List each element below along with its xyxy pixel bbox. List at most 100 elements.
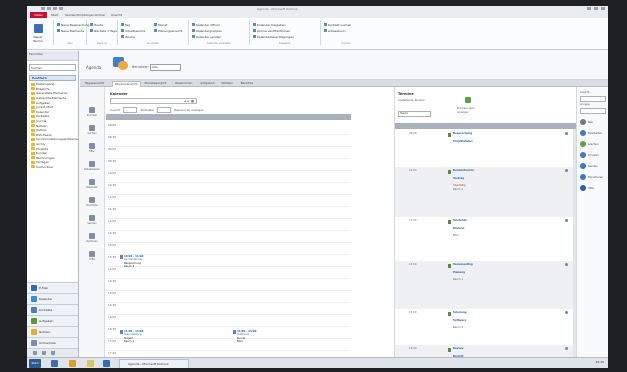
date-picker[interactable]: ◂ ▸ ▦ xyxy=(110,98,197,104)
nav-button-aufgaben[interactable]: Aufgaben xyxy=(27,315,78,326)
close-icon[interactable] xyxy=(601,7,605,10)
agenda-range-select[interactable]: Heute xyxy=(398,111,431,117)
redo-icon[interactable] xyxy=(53,7,57,10)
folder-icon xyxy=(31,91,35,95)
agenda-header: Termine xyxy=(398,92,414,96)
share-calendar-button[interactable]: Kalender freigeben xyxy=(253,23,286,27)
agenda-reminder-option[interactable]: Erinnerungen anzeigen xyxy=(457,107,475,114)
agenda-row[interactable]: 13:00 Teammeeting Planung Raum 1 xyxy=(395,261,576,310)
group-label: Gruppe xyxy=(580,103,590,106)
tool-button-1[interactable]: Suchen xyxy=(80,125,104,135)
publish-online-button[interactable]: Online veröffentlichen xyxy=(253,29,290,33)
save-icon[interactable] xyxy=(41,7,45,10)
minimize-icon[interactable] xyxy=(587,7,591,10)
prev-icon[interactable]: ◂ xyxy=(184,99,186,103)
nav-button-e-mail[interactable]: E-Mail xyxy=(27,282,78,293)
group-dropdown[interactable] xyxy=(580,108,606,114)
nav-button-kontakte[interactable]: Kontakte xyxy=(27,304,78,315)
work-week-button[interactable]: Arbeitswoche xyxy=(121,29,145,33)
tool-button-7[interactable]: Optionen xyxy=(80,233,104,243)
tool-button-4[interactable]: Kalender xyxy=(80,179,104,189)
configure-buttons-icon[interactable] xyxy=(51,351,55,355)
next-7-days-button[interactable]: Nächste 7 Tage xyxy=(90,29,117,33)
new-items-button[interactable]: Neue Elemente xyxy=(57,29,84,33)
folder-list-icon[interactable] xyxy=(33,351,37,355)
appointment-2[interactable]: 14:00 - 15:00 Teammeeting Projekt Raum 1 xyxy=(120,330,143,343)
tool-button-6[interactable]: Senden xyxy=(80,215,104,225)
find-contact-button[interactable]: Kontakt suchen xyxy=(324,23,351,27)
tab-view-5[interactable]: Notizen xyxy=(219,81,234,86)
explorer-icon[interactable] xyxy=(51,360,58,367)
meeting-icon xyxy=(57,23,60,26)
ribbon: Neuer Termin Neue Besprechung Neue Eleme… xyxy=(27,18,608,50)
action-hilfe[interactable]: Hilfe xyxy=(580,185,594,191)
schedule-view-button[interactable]: Planungsansicht xyxy=(154,29,183,33)
address-book-button[interactable]: Adressbuch xyxy=(324,29,345,33)
shortcuts-icon[interactable] xyxy=(42,351,46,355)
tab-view-4[interactable]: Aufgaben xyxy=(198,81,216,86)
calendar-groups-button[interactable]: Kalendergruppen xyxy=(192,29,222,33)
tab-view-6[interactable]: Berichte xyxy=(239,81,256,86)
tab-view-0[interactable]: Tagesansicht xyxy=(83,81,106,86)
tool-button-2[interactable]: Filter xyxy=(80,143,104,153)
new-appointment-button[interactable]: Neuer Termin xyxy=(31,24,45,44)
agenda-row[interactable]: 15:00 Schulung Software Raum 2 xyxy=(395,309,576,346)
browser-icon[interactable] xyxy=(69,360,76,367)
appointment-1[interactable]: 10:00 - 11:00 Kundentermin Besprechung R… xyxy=(120,255,143,268)
action-senden[interactable]: Senden xyxy=(580,163,598,169)
tool-button-5[interactable]: Kontakte xyxy=(80,197,104,207)
action-bearbeiten[interactable]: Bearbeiten xyxy=(580,130,602,136)
calendar-dropdown-icon[interactable]: ▦ xyxy=(191,99,194,103)
tab-send-receive[interactable]: Senden/Empfangen xyxy=(65,13,94,17)
day-view-button[interactable]: Tag xyxy=(121,23,130,27)
time-grid-select[interactable] xyxy=(157,107,172,113)
agenda-row[interactable]: 10:00 Kundentermin Vertrag Überfällig Raum 3 xyxy=(395,167,576,218)
send-calendar-button[interactable]: Kalender senden xyxy=(192,35,221,39)
action-l-schen[interactable]: Löschen xyxy=(580,141,599,147)
view-dropdown[interactable] xyxy=(580,96,606,102)
next-days-icon xyxy=(90,29,93,32)
month-view-button[interactable]: Monat xyxy=(154,23,167,27)
agenda-row[interactable]: 11:00 Telefonat Rückruf Büro xyxy=(395,217,576,262)
action-exportieren[interactable]: Exportieren xyxy=(580,174,603,180)
folder-icon xyxy=(31,119,35,123)
folder-search-input[interactable]: Suchen xyxy=(29,64,76,71)
undo-icon[interactable] xyxy=(47,7,51,10)
taskbar-task-outlook[interactable]: Agenda - Microsoft Outlook xyxy=(119,359,189,368)
folder-item[interactable]: Suchordner xyxy=(27,165,78,170)
view-select[interactable] xyxy=(123,107,138,113)
agenda-row[interactable]: 09:00 Besprechung Projektstatus xyxy=(395,130,576,168)
start-button[interactable]: Start xyxy=(29,359,41,368)
action-neu[interactable]: Neu xyxy=(580,119,593,125)
tab-view-2[interactable]: Monatsansicht xyxy=(143,81,169,86)
tab-view-3[interactable]: Ressourcen xyxy=(173,81,194,86)
status-icon xyxy=(565,347,568,350)
maximize-icon[interactable] xyxy=(594,7,598,10)
week-view-button[interactable]: Woche xyxy=(121,35,135,39)
calendar-permissions-button[interactable]: Kalenderberechtigungen xyxy=(253,35,294,39)
folder-icon[interactable] xyxy=(87,360,94,367)
outlook-icon[interactable] xyxy=(103,360,110,367)
user-select[interactable]: Alle xyxy=(150,64,181,71)
tool-button-3[interactable]: Aktualisieren xyxy=(80,161,104,171)
refresh-icon[interactable] xyxy=(465,97,471,103)
appointment-flag-icon xyxy=(448,170,451,174)
appointment-flag-icon xyxy=(448,348,451,352)
action-drucken[interactable]: Drucken xyxy=(580,152,599,158)
tool-button-8[interactable]: Hilfe xyxy=(80,251,104,261)
tab-folder[interactable]: Ordner xyxy=(95,13,105,17)
nav-button-notizen[interactable]: Notizen xyxy=(27,326,78,337)
tab-home[interactable]: Start xyxy=(51,13,58,17)
send-receive-icon[interactable] xyxy=(59,7,63,10)
nav-button-ordnerliste[interactable]: Ordnerliste xyxy=(27,337,78,348)
view-tabs: Tagesansicht Wochenansicht Monatsansicht Re… xyxy=(80,80,608,87)
open-calendar-button[interactable]: Kalender öffnen xyxy=(192,23,220,27)
mailbox-account[interactable]: Postfach xyxy=(29,75,76,81)
today-button[interactable]: Heute xyxy=(90,23,103,27)
nav-button-kalender[interactable]: Kalender xyxy=(27,293,78,304)
new-meeting-button[interactable]: Neue Besprechung xyxy=(57,23,89,27)
tool-button-0[interactable]: Drucken xyxy=(80,107,104,117)
tab-view[interactable]: Ansicht xyxy=(111,13,122,17)
appointment-3[interactable]: 14:00 - 15:00 Telefonat Kunde Büro xyxy=(233,330,256,343)
next-icon[interactable]: ▸ xyxy=(188,99,190,103)
